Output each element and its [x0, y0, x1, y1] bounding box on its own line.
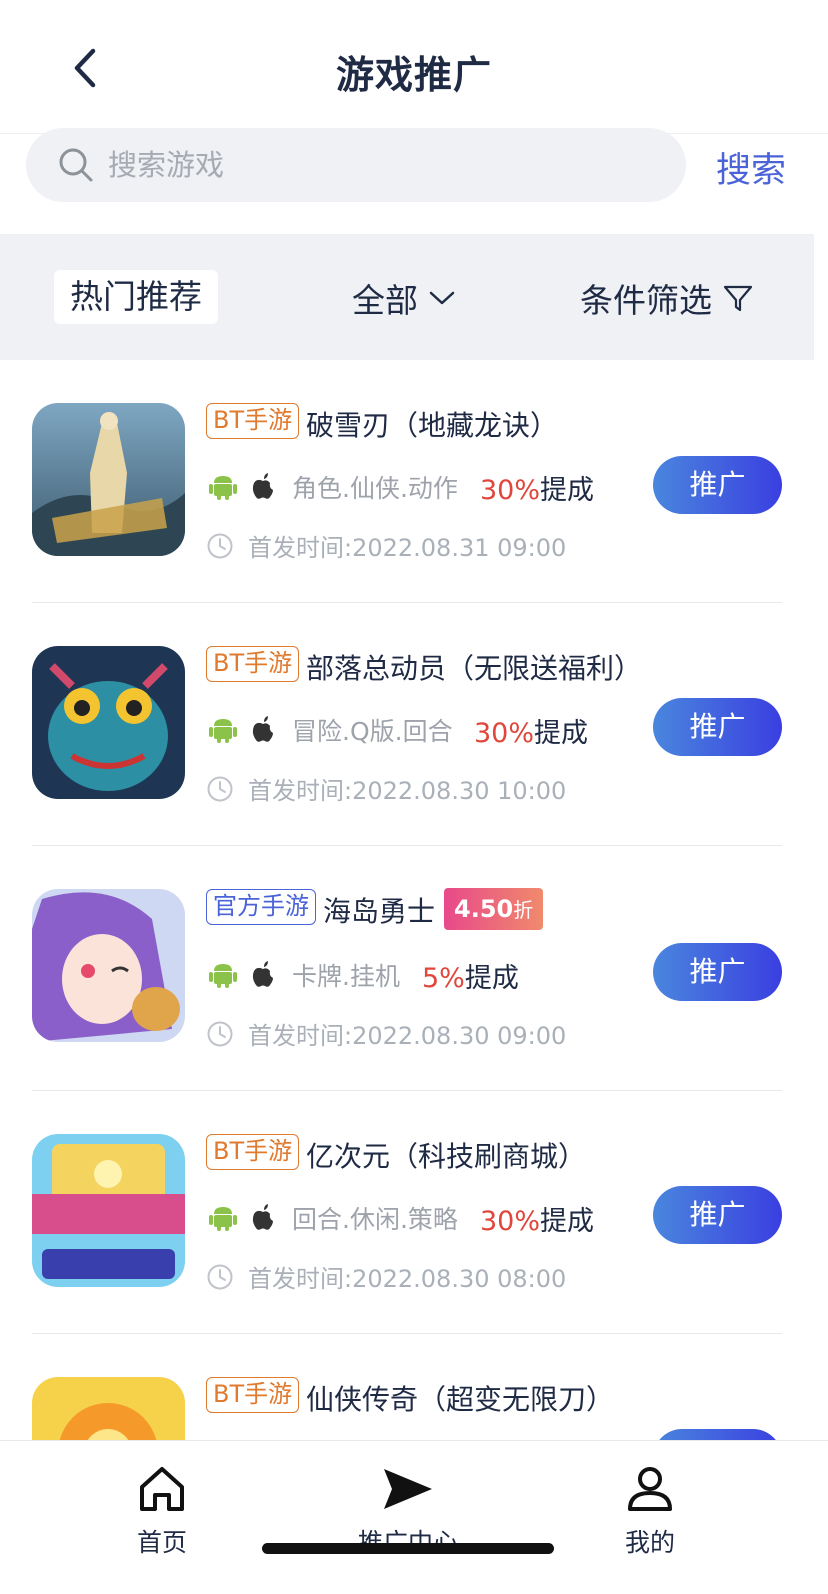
page-title: 游戏推广: [335, 53, 492, 97]
clock-icon: [207, 533, 233, 558]
home-indicator: [262, 1543, 554, 1554]
promote-button[interactable]: 推广: [653, 456, 782, 514]
game-item[interactable]: BT手游 仙侠传奇（超变无限刀）: [32, 1334, 782, 1440]
discount-suffix: 折: [513, 898, 534, 922]
game-tag: 官方手游: [206, 889, 316, 925]
search-icon: [59, 148, 93, 182]
release-time-text: 首发时间:2022.08.30 08:00: [248, 1265, 567, 1293]
clock-icon: [207, 776, 233, 801]
clock-icon: [207, 1264, 233, 1289]
commission-rate: 30%提成: [480, 468, 594, 507]
release-time-text: 首发时间:2022.08.31 09:00: [248, 534, 567, 562]
home-icon: [140, 1467, 184, 1511]
promote-button[interactable]: [653, 1429, 782, 1440]
user-icon: [628, 1467, 672, 1511]
chevron-down-icon: [429, 291, 455, 305]
platform-icons: [208, 714, 288, 744]
android-icon: [209, 964, 237, 988]
game-name: 亿次元（科技刷商城）: [306, 1140, 587, 1173]
game-thumbnail: [32, 1377, 185, 1440]
search-button[interactable]: 搜索: [716, 142, 786, 193]
nav-item-home[interactable]: 首页: [92, 1463, 232, 1559]
commission-label: 提成: [540, 1206, 595, 1237]
promote-button[interactable]: 推广: [653, 943, 782, 1001]
game-tag: BT手游: [206, 1134, 300, 1170]
promote-button[interactable]: 推广: [653, 1186, 782, 1244]
game-list: BT手游 破雪刃（地藏龙诀） 角色.仙侠.动作 30%提成 首发时间:2022.…: [0, 360, 828, 1440]
commission-rate: 30%提成: [480, 1199, 594, 1238]
promote-button[interactable]: 推广: [653, 698, 782, 756]
nav-label-home: 首页: [136, 1528, 187, 1557]
game-item[interactable]: BT手游 破雪刃（地藏龙诀） 角色.仙侠.动作 30%提成 首发时间:2022.…: [32, 360, 782, 603]
release-time-text: 首发时间:2022.08.30 09:00: [248, 1022, 567, 1050]
game-genre: 角色.仙侠.动作: [292, 474, 458, 503]
game-tag: BT手游: [206, 646, 300, 682]
platform-icons: [208, 471, 288, 501]
send-icon: [384, 1469, 432, 1509]
release-time: 首发时间:2022.08.31 09:00: [206, 528, 566, 563]
game-genre: 回合.休闲.策略: [292, 1205, 458, 1234]
game-thumbnail: [32, 889, 185, 1042]
header: 游戏推广: [0, 0, 828, 134]
commission-percent: 30%: [480, 1206, 541, 1237]
game-tag: BT手游: [206, 403, 300, 439]
game-tag: BT手游: [206, 1377, 300, 1413]
discount-badge: 4.50折: [444, 888, 544, 930]
commission-label: 提成: [540, 475, 595, 506]
platform-icons: [208, 1202, 288, 1232]
apple-icon: [252, 716, 273, 742]
game-thumbnail: [32, 1134, 185, 1287]
nav-item-mine[interactable]: 我的: [580, 1463, 720, 1559]
game-name: 仙侠传奇（超变无限刀）: [306, 1383, 615, 1416]
apple-icon: [252, 1204, 273, 1230]
game-name: 破雪刃（地藏龙诀）: [306, 409, 559, 442]
commission-percent: 30%: [474, 718, 535, 749]
platform-icons: [208, 959, 288, 989]
discount-value: 4.50: [454, 895, 514, 923]
game-item[interactable]: BT手游 部落总动员（无限送福利） 冒险.Q版.回合 30%提成 首发时间:20…: [32, 603, 782, 846]
filter-condition[interactable]: 条件筛选: [580, 274, 754, 322]
game-item[interactable]: BT手游 亿次元（科技刷商城） 回合.休闲.策略 30%提成 首发时间:2022…: [32, 1091, 782, 1334]
game-genre: 冒险.Q版.回合: [292, 717, 453, 746]
game-thumbnail: [32, 646, 185, 799]
apple-icon: [252, 961, 273, 987]
apple-icon: [252, 473, 273, 499]
android-icon: [209, 1207, 237, 1231]
commission-label: 提成: [464, 963, 519, 994]
search-input[interactable]: [108, 148, 628, 182]
commission-rate: 5%提成: [422, 956, 519, 995]
commission-label: 提成: [534, 718, 589, 749]
filter-all-dropdown[interactable]: 全部: [352, 274, 456, 322]
android-icon: [209, 719, 237, 743]
filter-all-label: 全部: [352, 281, 418, 320]
game-thumbnail: [32, 403, 185, 556]
commission-rate: 30%提成: [474, 711, 588, 750]
game-name: 部落总动员（无限送福利）: [306, 652, 643, 685]
release-time: 首发时间:2022.08.30 10:00: [206, 771, 566, 806]
release-time: 首发时间:2022.08.30 08:00: [206, 1259, 566, 1294]
game-name: 海岛勇士: [323, 895, 436, 928]
release-time-text: 首发时间:2022.08.30 10:00: [248, 777, 567, 805]
nav-label-mine: 我的: [624, 1528, 675, 1557]
game-genre: 卡牌.挂机: [292, 962, 400, 991]
bottom-nav: 首页 推广中心 我的: [0, 1440, 828, 1594]
commission-percent: 30%: [480, 475, 541, 506]
filter-icon: [723, 285, 753, 312]
commission-percent: 5%: [422, 963, 465, 994]
android-icon: [209, 476, 237, 500]
search-box[interactable]: [26, 128, 686, 202]
filter-hot-recommend[interactable]: 热门推荐: [54, 270, 218, 324]
game-item[interactable]: 官方手游 海岛勇士 4.50折 卡牌.挂机 5%提成 首发时间:2022.08.…: [32, 846, 782, 1091]
filter-bar: 热门推荐 全部 条件筛选: [0, 234, 814, 360]
clock-icon: [207, 1021, 233, 1046]
filter-condition-label: 条件筛选: [580, 281, 712, 320]
release-time: 首发时间:2022.08.30 09:00: [206, 1016, 566, 1051]
